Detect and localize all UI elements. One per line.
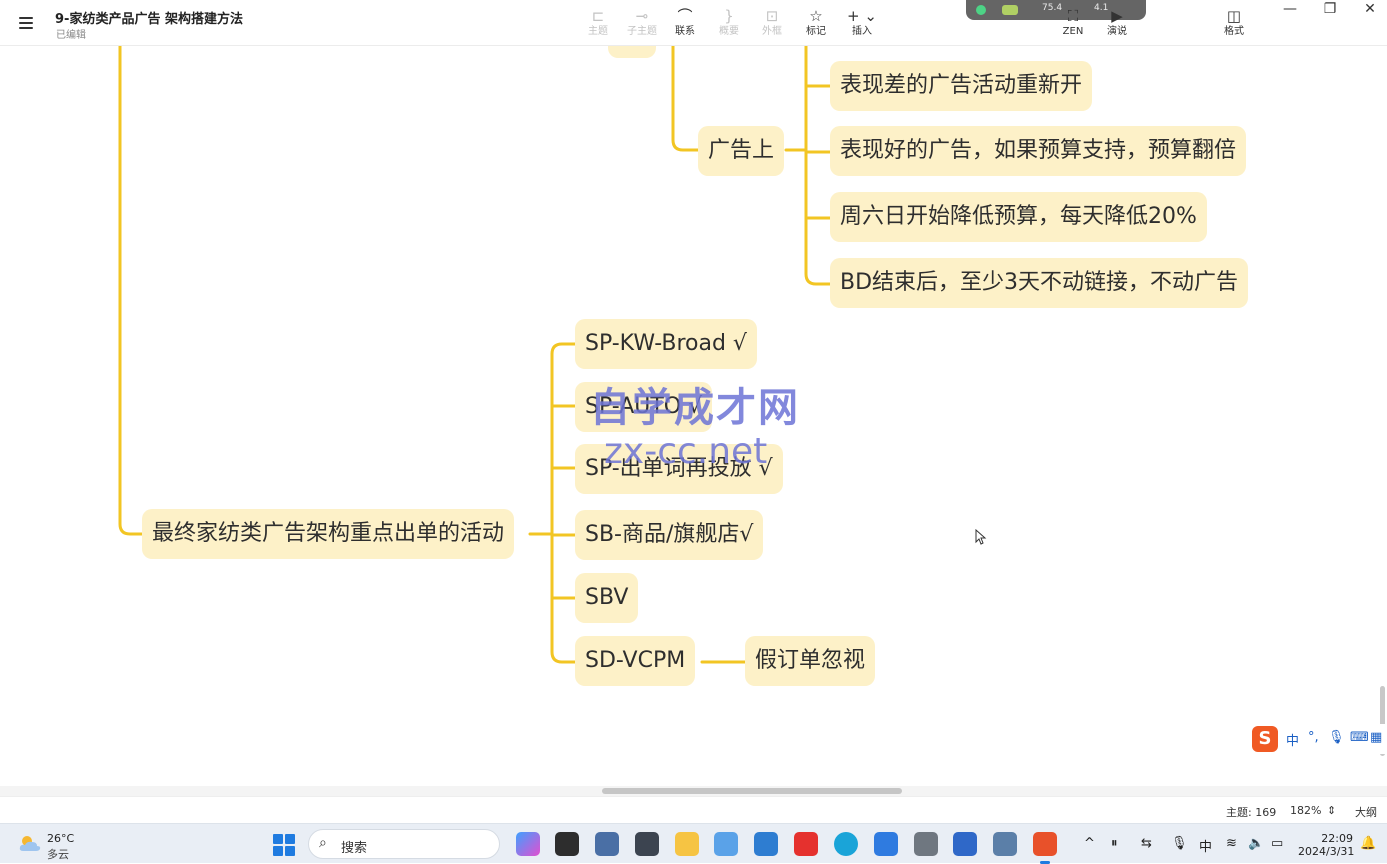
mindmap-node[interactable]: 假订单忽视 [745,636,876,686]
calculator-app-icon[interactable] [595,832,619,856]
file-explorer-icon[interactable] [675,832,699,856]
boundary-icon: ⊡ [765,7,779,25]
media-app-icon[interactable] [635,832,659,856]
hamburger-menu-icon[interactable] [14,11,38,35]
cloudy-weather-icon[interactable] [18,833,42,853]
weather-temperature[interactable]: 26°C [47,832,74,845]
boundary-button[interactable]: ⊡ 外框 [750,6,794,42]
mindmap-node[interactable]: 周六日开始降低预算，每天降低20% [830,192,1207,242]
zoom-stepper-icon[interactable]: ⇕ [1327,804,1336,817]
taskbar-search-input[interactable]: ⌕ 搜索 [308,829,500,859]
panel-icon: ◫ [1226,7,1242,25]
topic-count: 主题: 169 [1226,806,1277,819]
sogou-logo-icon[interactable]: S [1252,726,1278,752]
punctuation-icon[interactable]: °, [1308,730,1319,745]
photos-app-icon[interactable] [714,832,738,856]
mindmap-node[interactable]: SB-商品/旗舰店√ [575,510,764,560]
minimize-button[interactable]: — [1270,0,1310,20]
document-status: 已编辑 [56,30,86,41]
relationship-button[interactable]: ⌒ 联系 [663,6,707,42]
insert-button[interactable]: + ⌄ 插入 [840,6,884,42]
zen-mode-button[interactable]: ⛶ ZEN [1051,6,1095,42]
insert-topic-button[interactable]: ⊏ 主题 [576,6,620,42]
mindmap-node[interactable]: SP-KW-Broad √ [575,319,757,369]
mindmap-node[interactable]: BD结束后，至少3天不动链接，不动广告 [830,258,1249,308]
zoom-level[interactable]: 182% [1290,804,1321,817]
tray-overflow-chevron-icon[interactable]: ^ [1084,836,1095,851]
mindmap-node-final-structure[interactable]: 最终家纺类广告架构重点出单的活动 [142,509,515,559]
status-bar: 主题: 169 182% ⇕ 大纲 [0,796,1387,823]
wps-app-icon[interactable] [794,832,818,856]
microphone-icon[interactable]: 🎙 [1328,730,1345,745]
input-language-indicator[interactable]: 中 [1199,836,1212,855]
paint-app-icon[interactable] [754,832,778,856]
branch-line [671,46,702,152]
close-button[interactable]: ✕ [1350,0,1387,20]
notification-bell-icon[interactable]: 🔔 [1360,836,1376,851]
mindmap-node-partial[interactable] [608,46,656,58]
windows-start-icon[interactable] [273,834,295,856]
star-icon: ☆ [809,7,823,25]
keyboard-icon[interactable]: ⌨ [1350,730,1369,745]
mindmap-node-ad-on[interactable]: 广告上 [698,126,785,176]
relationship-icon: ⌒ [677,7,693,25]
mindmap-canvas[interactable]: 广告上 表现差的广告活动重新开 表现好的广告，如果预算支持，预算翻倍 周六日开始… [0,46,1387,786]
search-placeholder: 搜索 [341,841,368,856]
maximize-button[interactable]: ❐ [1310,0,1350,20]
branch-line [550,342,578,356]
notepad-app-icon[interactable] [874,832,898,856]
clock-date: 2024/3/31 [1298,845,1355,858]
grid-icon[interactable]: ▦ [1370,730,1382,745]
title-toolbar: 9-家纺类产品广告 架构搭建方法 已编辑 ⊏ 主题 ⊸ 子主题 ⌒ 联系 } 概… [0,0,1387,46]
plus-icon: + ⌄ [847,7,877,25]
wifi-icon[interactable]: ≋ [1226,836,1237,851]
fullscreen-icon: ⛶ [1067,7,1079,25]
presentation-button[interactable]: ▶ 演说 [1095,6,1139,42]
mindmap-node[interactable]: SP-出单词再投放 √ [575,444,783,494]
summary-button[interactable]: } 概要 [707,6,751,42]
weather-description[interactable]: 多云 [47,846,69,862]
status-dot [976,5,986,15]
mindmap-node[interactable]: SP-AUTO √ [575,382,713,432]
subtopic-icon: ⊏ [591,7,605,25]
xmind-app-icon[interactable] [1033,832,1057,864]
branch-line [118,46,146,536]
mindmap-node[interactable]: SD-VCPM [575,636,696,686]
volume-icon[interactable]: 🔈 [1248,836,1264,851]
ime-toolbar[interactable]: S 中 °, 🎙 ⌨ ▦ [1250,724,1387,754]
search-icon: ⌕ [319,835,327,851]
settings-gear-icon[interactable] [914,832,938,856]
mindmap-node[interactable]: SBV [575,573,639,623]
insert-child-topic-button[interactable]: ⊸ 子主题 [620,6,664,42]
battery-icon[interactable]: ▭ [1271,836,1283,851]
clock-time: 22:09 [1321,832,1353,845]
scrollbar-thumb[interactable] [602,788,902,794]
copilot-app-icon[interactable] [516,832,540,856]
monitor-app-icon[interactable] [993,832,1017,856]
summary-icon: } [724,7,734,25]
marker-button[interactable]: ☆ 标记 [794,6,838,42]
child-topic-icon: ⊸ [635,7,649,25]
mouse-cursor-icon [975,529,987,545]
branch-line [804,46,834,286]
taskbar-clock[interactable]: 22:09 2024/3/31 [1298,832,1355,858]
tray-network-toggle-icon[interactable]: ⇆ [1141,836,1152,851]
microphone-tray-icon[interactable]: 🎙 [1171,836,1188,851]
gauge-icon [1002,5,1018,15]
outline-button[interactable]: 大纲 [1355,804,1377,820]
mindmap-node[interactable]: 表现差的广告活动重新开 [830,61,1093,111]
play-icon: ▶ [1111,7,1123,25]
branch-line [550,352,578,664]
remote-app-icon[interactable] [953,832,977,856]
terminal-app-icon[interactable] [555,832,579,856]
document-title: 9-家纺类产品广告 架构搭建方法 [55,12,243,27]
ime-mode[interactable]: 中 [1286,730,1299,749]
format-panel-button[interactable]: ◫ 格式 [1212,6,1256,42]
mindmap-node[interactable]: 表现好的广告，如果预算支持，预算翻倍 [830,126,1247,176]
edge-browser-icon[interactable] [834,832,858,856]
horizontal-scrollbar[interactable] [0,786,1387,796]
windows-taskbar: 26°C 多云 ⌕ 搜索 ^ ⏸ ⇆ 🎙 中 ≋ 🔈 ▭ 22:09 2024/… [0,823,1387,864]
tray-app-icon[interactable]: ⏸ [1111,836,1118,851]
